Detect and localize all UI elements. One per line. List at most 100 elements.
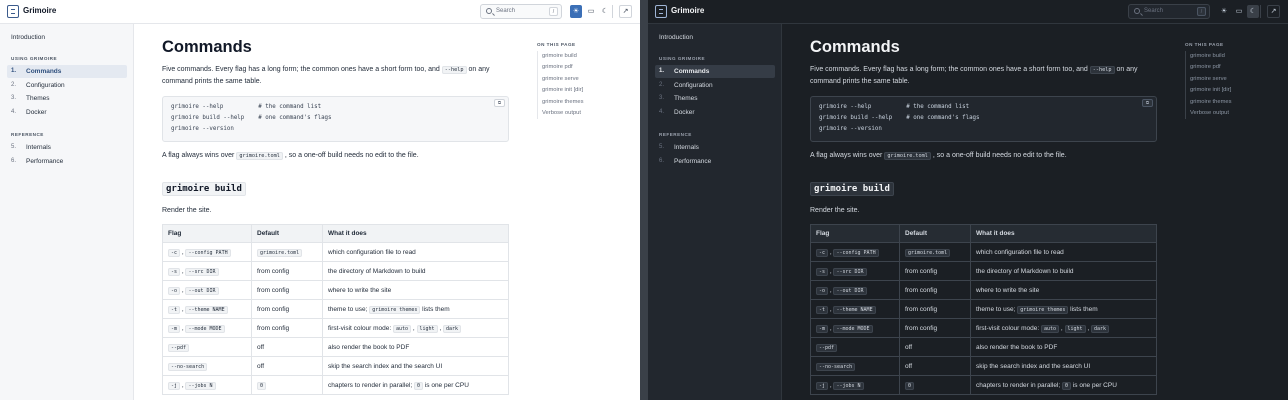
sidebar-item-themes[interactable]: 3. Themes	[655, 92, 775, 105]
sun-icon[interactable]: ☀	[1218, 5, 1230, 18]
toc-link[interactable]: grimoire themes	[542, 97, 632, 108]
toc-link[interactable]: grimoire init [dir]	[1190, 85, 1280, 96]
copy-icon[interactable]: ⧉	[1142, 99, 1153, 107]
description-cell: chapters to render in parallel; 0 is one…	[970, 375, 1157, 395]
sidebar-item-introduction[interactable]: Introduction	[659, 34, 693, 41]
sidebar-item-number: 5.	[659, 143, 665, 150]
external-link-icon[interactable]: ↗	[619, 5, 632, 18]
book-icon[interactable]	[7, 5, 19, 18]
sidebar-item-themes[interactable]: 3. Themes	[7, 92, 127, 105]
description-cell: where to write the site	[970, 280, 1157, 300]
monitor-icon[interactable]: ▭	[585, 5, 597, 18]
column-header: Default	[899, 224, 971, 243]
search-icon	[1134, 8, 1140, 14]
default-value: from config	[257, 305, 290, 313]
sidebar-item-docker[interactable]: 4. Docker	[655, 106, 775, 119]
toc-link[interactable]: Verbose output	[1190, 108, 1280, 119]
table-row: -m , --mode MODE from config first-visit c…	[162, 318, 509, 338]
search-input[interactable]: Search /	[480, 4, 562, 19]
flag-cell: --pdf	[162, 337, 252, 357]
sun-icon[interactable]: ☀	[570, 5, 582, 18]
sidebar-section-title: REFERENCE	[659, 131, 692, 137]
site-title[interactable]: Grimoire	[671, 6, 704, 15]
sidebar-item-configuration[interactable]: 2. Configuration	[655, 79, 775, 92]
flag-short: -t	[816, 305, 829, 314]
site-title[interactable]: Grimoire	[23, 6, 56, 15]
flag-cell: -o , --out DIR	[810, 280, 900, 300]
search-input[interactable]: Search /	[1128, 4, 1210, 19]
description-text: theme to use;	[976, 305, 1016, 313]
default-cell: from config	[251, 318, 323, 338]
table-row: --pdf off also render the book to PDF	[810, 337, 1157, 357]
flag-cell: -t , --theme NAME	[810, 299, 900, 319]
code-block: ⧉ grimoire --help # the command list gri…	[810, 96, 1157, 142]
flag-short: -j	[816, 381, 829, 390]
sidebar-item-internals[interactable]: 5. Internals	[655, 141, 775, 154]
inline-code: light	[1064, 324, 1086, 333]
description-text: which configuration file to read	[976, 248, 1064, 256]
default-cell: 0	[899, 375, 971, 395]
sidebar-section-title: REFERENCE	[11, 131, 44, 137]
toc-link[interactable]: grimoire serve	[1190, 74, 1280, 85]
column-header: What it does	[322, 224, 509, 243]
inline-code: grimoire.toml	[884, 152, 931, 160]
sidebar-item-number: 4.	[659, 109, 665, 116]
intro-paragraph: Five commands. Every flag has a long for…	[810, 64, 1157, 88]
flag-cell: --no-search	[810, 356, 900, 376]
table-row: -o , --out DIR from config where to write …	[810, 280, 1157, 300]
toc-link[interactable]: grimoire serve	[542, 74, 632, 85]
description-text: theme to use;	[328, 305, 368, 313]
default-value: off	[905, 362, 913, 370]
default-cell: from config	[899, 299, 971, 319]
default-value: from config	[257, 267, 290, 275]
on-this-page: ON THIS PAGE grimoire build grimoire pdf g…	[537, 42, 632, 120]
toc-link[interactable]: grimoire build	[542, 51, 632, 62]
flag-short: -m	[816, 324, 829, 333]
sidebar-item-docker[interactable]: 4. Docker	[7, 106, 127, 119]
sidebar-item-performance[interactable]: 6. Performance	[655, 155, 775, 168]
toc-link[interactable]: grimoire build	[1190, 51, 1280, 62]
description-text: which configuration file to read	[328, 248, 416, 256]
flag-long: --theme NAME	[833, 305, 876, 314]
sidebar-item-commands[interactable]: 1. Commands	[655, 65, 775, 78]
default-cell: 0	[251, 375, 323, 395]
moon-icon[interactable]: ☾	[599, 5, 611, 18]
toc-link[interactable]: Verbose output	[542, 108, 632, 119]
default-cell: off	[251, 356, 323, 376]
flag-short: -o	[816, 286, 829, 295]
sidebar-item-configuration[interactable]: 2. Configuration	[7, 79, 127, 92]
copy-icon[interactable]: ⧉	[494, 99, 505, 107]
dark-mode-pane: Grimoire Search / ☀ ▭ ☾ ↗ Introduction U…	[648, 0, 1288, 400]
toc-link[interactable]: grimoire init [dir]	[542, 85, 632, 96]
description-cell: skip the search index and the search UI	[970, 356, 1157, 376]
flag-long: --theme NAME	[185, 305, 228, 314]
default-value: from config	[905, 286, 938, 294]
moon-icon[interactable]: ☾	[1247, 5, 1259, 18]
search-shortcut-key: /	[1197, 7, 1206, 16]
sidebar-item-introduction[interactable]: Introduction	[11, 34, 45, 41]
table-header-row: Flag Default What it does	[162, 224, 509, 243]
toc-link[interactable]: grimoire pdf	[542, 62, 632, 73]
book-icon[interactable]	[655, 5, 667, 18]
column-header: What it does	[970, 224, 1157, 243]
flag-short: -c	[816, 248, 829, 257]
description-cell: first-visit colour mode: auto , light , …	[322, 318, 509, 338]
sidebar-item-performance[interactable]: 6. Performance	[7, 155, 127, 168]
description-text: is one per CPU	[424, 381, 469, 389]
flag-short: -c	[168, 248, 181, 257]
external-link-icon[interactable]: ↗	[1267, 5, 1280, 18]
toc-link[interactable]: grimoire themes	[1190, 97, 1280, 108]
sidebar-item-number: 1.	[659, 68, 665, 74]
default-cell: from config	[899, 280, 971, 300]
table-row: -s , --src DIR from config the directory o…	[162, 261, 509, 281]
description-text: first-visit colour mode:	[976, 324, 1040, 332]
default-value: from config	[257, 286, 290, 294]
description-cell: skip the search index and the search UI	[322, 356, 509, 376]
monitor-icon[interactable]: ▭	[1233, 5, 1245, 18]
toc-link[interactable]: grimoire pdf	[1190, 62, 1280, 73]
sidebar-item-number: 3.	[11, 95, 17, 102]
sidebar-item-label: Themes	[674, 95, 698, 103]
sidebar-item-internals[interactable]: 5. Internals	[7, 141, 127, 154]
sidebar-item-commands[interactable]: 1. Commands	[7, 65, 127, 78]
flag-cell: -j , --jobs N	[162, 375, 252, 395]
